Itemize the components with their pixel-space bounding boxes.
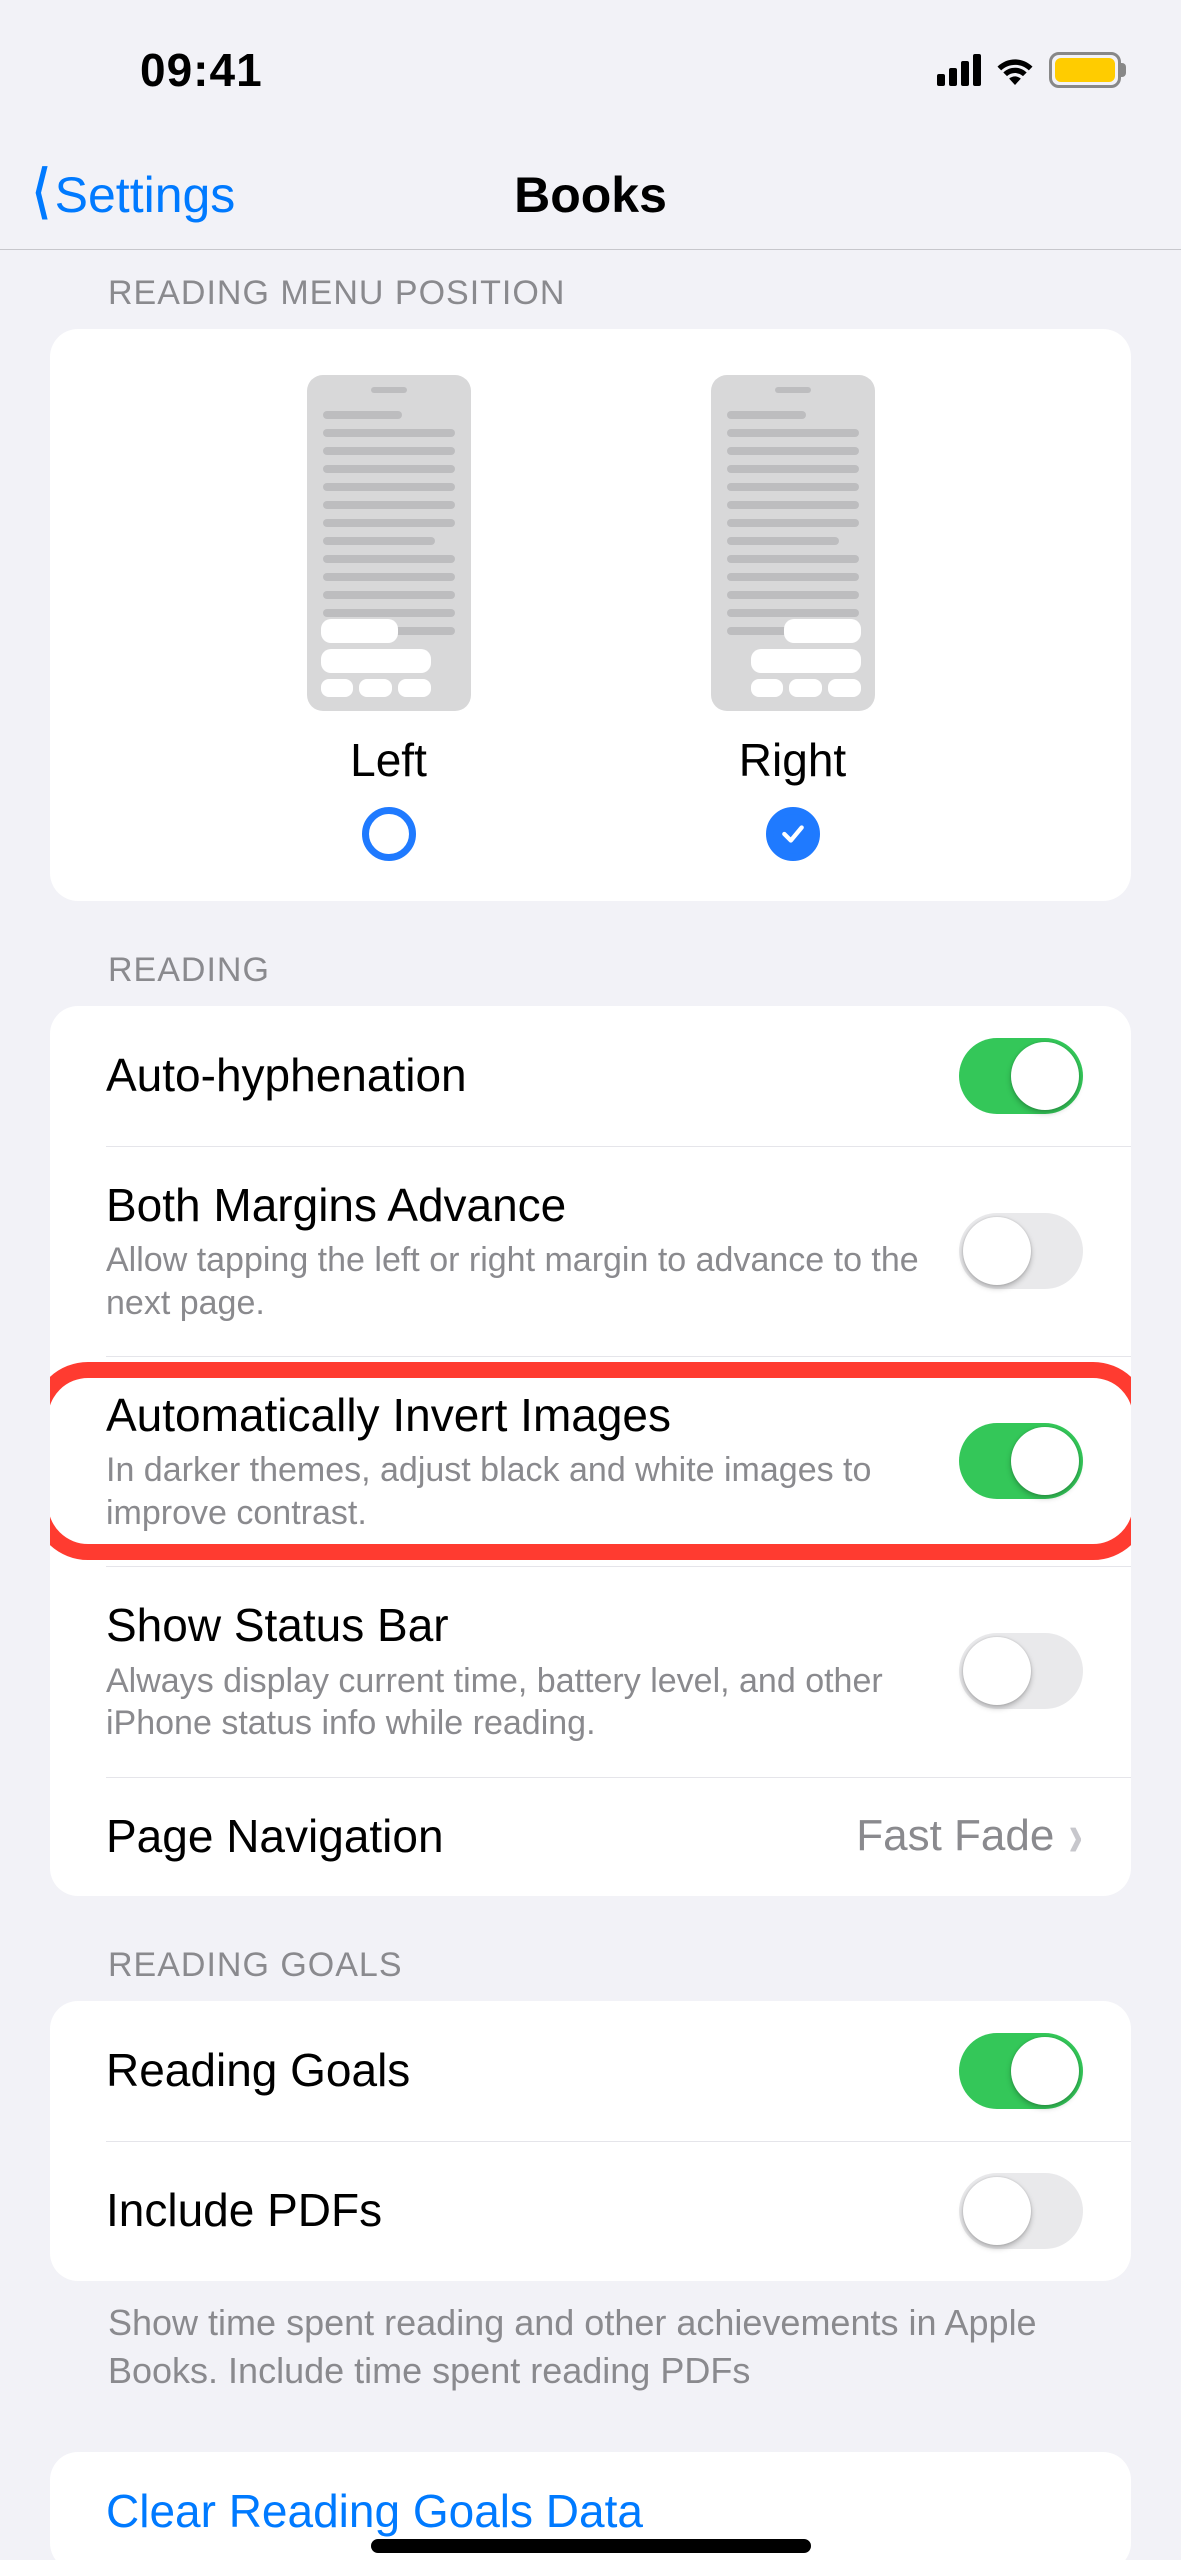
back-label: Settings: [55, 166, 236, 224]
reading-group: Auto-hyphenation Both Margins Advance Al…: [50, 1006, 1131, 1896]
row-page-navigation[interactable]: Page Navigation Fast Fade ›: [50, 1777, 1131, 1896]
section-header-menu-position: READING MENU POSITION: [0, 250, 1181, 329]
menu-position-preview-left: [307, 375, 471, 711]
menu-position-option-left[interactable]: Left: [307, 375, 471, 861]
status-time: 09:41: [0, 43, 263, 97]
status-indicators: [937, 52, 1121, 88]
row-status-bar[interactable]: Show Status Bar Always display current t…: [50, 1566, 1131, 1776]
radio-unchecked-icon: [362, 807, 416, 861]
row-value: Fast Fade: [856, 1811, 1054, 1861]
row-title: Show Status Bar: [106, 1598, 929, 1653]
row-title: Automatically Invert Images: [106, 1388, 929, 1443]
row-subtitle: Always display current time, battery lev…: [106, 1660, 929, 1745]
toggle-include-pdfs[interactable]: [959, 2173, 1083, 2249]
row-title: Clear Reading Goals Data: [106, 2484, 1053, 2539]
row-subtitle: In darker themes, adjust black and white…: [106, 1449, 929, 1534]
home-indicator[interactable]: [371, 2539, 811, 2553]
row-title: Reading Goals: [106, 2043, 929, 2098]
chevron-right-icon: ›: [1068, 1801, 1083, 1871]
row-title: Page Navigation: [106, 1809, 826, 1864]
menu-position-option-right[interactable]: Right: [711, 375, 875, 861]
toggle-invert-images[interactable]: [959, 1423, 1083, 1499]
row-include-pdfs[interactable]: Include PDFs: [50, 2141, 1131, 2281]
menu-position-right-label: Right: [739, 733, 846, 787]
row-subtitle: Allow tapping the left or right margin t…: [106, 1239, 929, 1324]
row-title: Auto-hyphenation: [106, 1048, 929, 1103]
toggle-reading-goals[interactable]: [959, 2033, 1083, 2109]
row-reading-goals[interactable]: Reading Goals: [50, 2001, 1131, 2141]
battery-icon: [1049, 52, 1121, 88]
section-header-reading-goals: READING GOALS: [0, 1896, 1181, 2001]
reading-goals-group: Reading Goals Include PDFs: [50, 2001, 1131, 2281]
row-auto-hyphenation[interactable]: Auto-hyphenation: [50, 1006, 1131, 1146]
chevron-left-icon: ⟨: [32, 163, 50, 221]
section-header-reading: READING: [0, 901, 1181, 1006]
reading-goals-footer: Show time spent reading and other achiev…: [0, 2281, 1181, 2396]
toggle-status-bar[interactable]: [959, 1633, 1083, 1709]
menu-position-preview-right: [711, 375, 875, 711]
row-both-margins[interactable]: Both Margins Advance Allow tapping the l…: [50, 1146, 1131, 1356]
menu-position-picker: Left Right: [50, 329, 1131, 901]
toggle-auto-hyphenation[interactable]: [959, 1038, 1083, 1114]
row-invert-images[interactable]: Automatically Invert Images In darker th…: [50, 1356, 1131, 1566]
cellular-signal-icon: [937, 54, 981, 86]
menu-position-left-label: Left: [350, 733, 427, 787]
back-button[interactable]: ⟨ Settings: [30, 166, 235, 224]
row-title: Include PDFs: [106, 2183, 929, 2238]
wifi-icon: [995, 54, 1035, 86]
status-bar: 09:41: [0, 0, 1181, 140]
navigation-bar: ⟨ Settings Books: [0, 140, 1181, 250]
toggle-both-margins[interactable]: [959, 1213, 1083, 1289]
radio-checked-icon: [766, 807, 820, 861]
row-title: Both Margins Advance: [106, 1178, 929, 1233]
